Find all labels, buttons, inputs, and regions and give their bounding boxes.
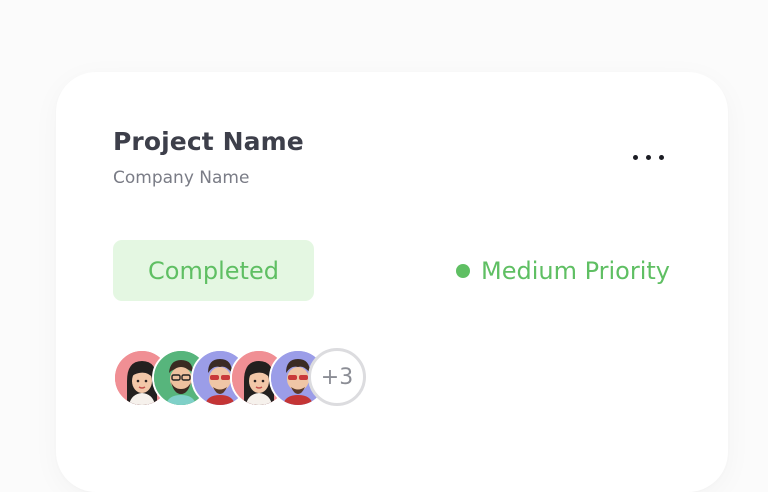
more-horizontal-icon xyxy=(645,154,651,160)
priority-indicator: Medium Priority xyxy=(455,254,670,288)
status-badge: Completed xyxy=(113,240,314,301)
priority-label: Medium Priority xyxy=(480,257,670,285)
priority-dot-icon xyxy=(455,264,470,278)
project-card: Project Name Company Name Completed Medi… xyxy=(56,72,728,492)
more-options-button[interactable] xyxy=(622,142,674,172)
more-horizontal-icon xyxy=(658,154,664,160)
project-title: Project Name xyxy=(113,127,304,156)
company-name: Company Name xyxy=(113,168,250,188)
more-members-button[interactable]: +3 xyxy=(308,348,366,406)
team-avatars: +3 xyxy=(113,347,373,409)
more-horizontal-icon xyxy=(632,154,638,160)
